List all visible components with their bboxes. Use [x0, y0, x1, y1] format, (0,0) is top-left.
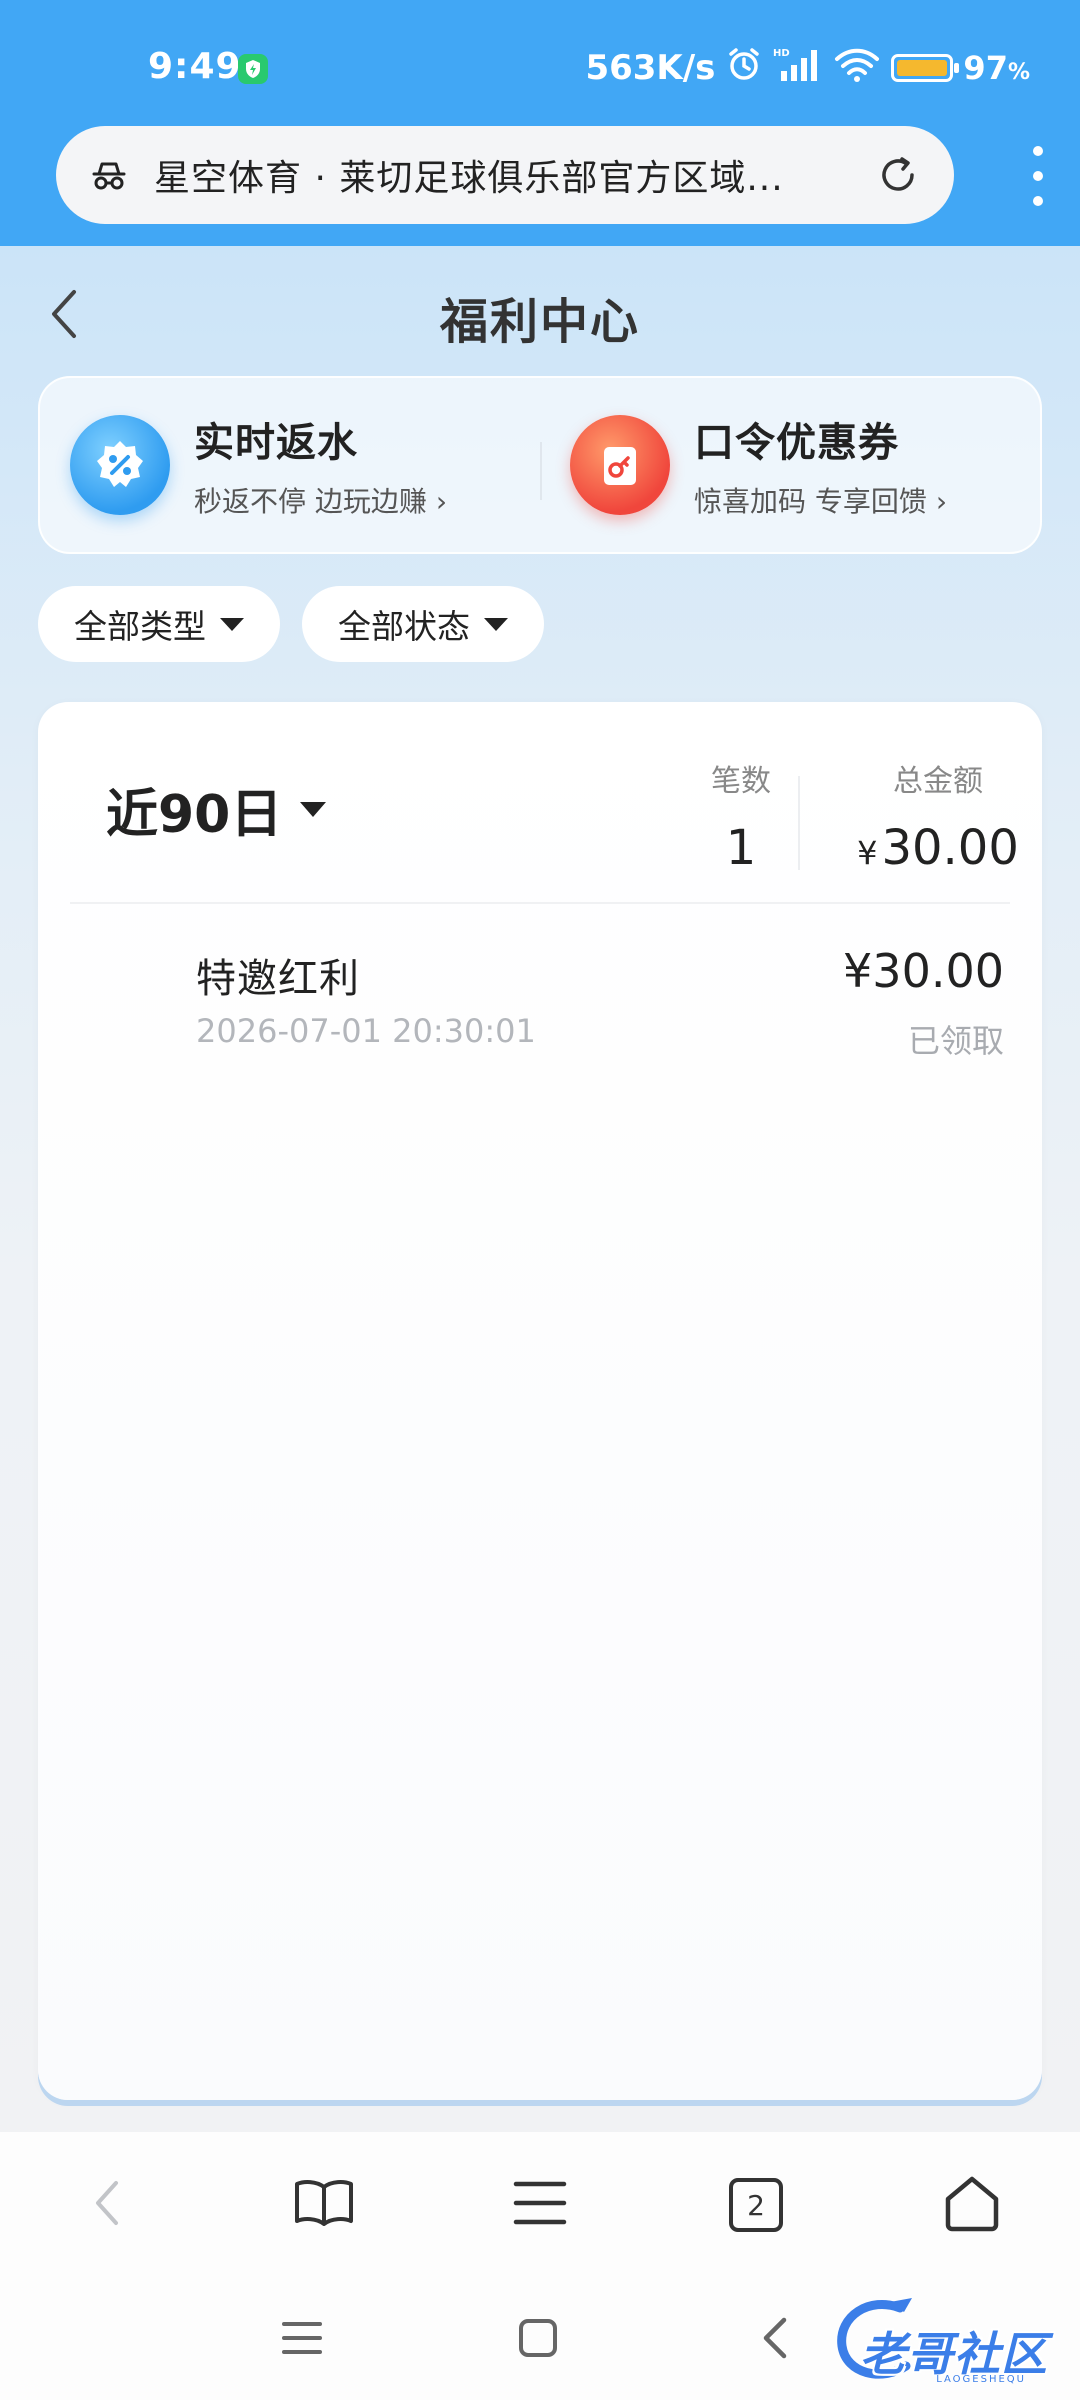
caret-down-icon	[220, 617, 244, 631]
cellular-signal-icon: HD	[773, 45, 823, 92]
record-title: 特邀红利	[196, 956, 360, 1002]
reload-icon[interactable]	[872, 149, 924, 201]
hamburger-icon	[512, 2178, 568, 2232]
filter-type-dropdown[interactable]: 全部类型	[38, 586, 280, 662]
page-header: 福利中心	[0, 246, 1080, 376]
watermark-subtext: LAOGESHEQU	[936, 2374, 1026, 2385]
browser-toolbar: 2	[0, 2132, 1080, 2278]
home-square-icon[interactable]	[508, 2308, 568, 2368]
back-triangle-icon[interactable]	[746, 2308, 806, 2368]
currency-symbol: ¥	[857, 834, 878, 872]
wifi-icon	[833, 45, 881, 92]
bookmarks-button[interactable]	[216, 2132, 432, 2278]
system-nav-bar: 老哥社区 LAOGESHEQU	[0, 2278, 1080, 2400]
caret-down-icon	[484, 617, 508, 631]
tabs-button[interactable]: 2	[648, 2132, 864, 2278]
stat-count-value: 1	[725, 820, 757, 876]
filter-label: 全部状态	[338, 607, 470, 646]
promo-title: 口令优惠券	[694, 420, 899, 466]
network-speed: 563K/s	[585, 48, 716, 88]
status-time: 9:49	[148, 46, 242, 87]
incognito-icon	[86, 152, 132, 198]
promo-rebate[interactable]: 实时返水 秒返不停 边玩边赚 ›	[40, 378, 540, 552]
period-label: 近90日	[106, 785, 283, 845]
alarm-icon	[725, 45, 763, 92]
chevron-right-icon: ›	[935, 485, 948, 518]
security-shield-icon	[238, 54, 268, 84]
recents-menu-icon[interactable]	[272, 2308, 332, 2368]
stat-total-value: 30.00	[881, 820, 1019, 876]
tab-count-badge: 2	[729, 2178, 783, 2232]
stat-divider	[798, 776, 800, 870]
stat-total: 总金额 ¥30.00	[828, 756, 1048, 876]
filter-label: 全部类型	[74, 607, 206, 646]
watermark-logo: 老哥社区 LAOGESHEQU	[830, 2294, 1066, 2390]
stat-total-label: 总金额	[893, 764, 983, 799]
chevron-right-icon: ›	[435, 485, 448, 518]
percent-badge-icon	[70, 415, 170, 515]
status-indicators: 563K/s HD 97%	[585, 46, 1030, 90]
filter-status-dropdown[interactable]: 全部状态	[302, 586, 544, 662]
record-amount: ¥30.00	[843, 944, 1004, 998]
page-title: 福利中心	[439, 294, 640, 350]
back-arrow-icon	[88, 2175, 128, 2235]
period-selector[interactable]: 近90日	[106, 772, 327, 847]
promo-title: 实时返水	[194, 420, 358, 466]
promo-card: 实时返水 秒返不停 边玩边赚 › 口令优惠券 惊喜加码 专享回馈 ›	[38, 376, 1042, 554]
filter-row: 全部类型 全部状态	[38, 586, 544, 662]
home-button[interactable]	[864, 2132, 1080, 2278]
address-bar-title[interactable]: 星空体育 · 莱切足球俱乐部官方区域...	[154, 149, 842, 201]
promo-subtitle: 秒返不停 边玩边赚	[194, 485, 427, 518]
welfare-center-page: 福利中心 实时返水 秒返不停 边玩边赚 › 口令优惠券 惊喜加码 专享回馈 › …	[0, 246, 1080, 2132]
promo-subtitle: 惊喜加码 专享回馈	[694, 485, 927, 518]
stat-count: 笔数 1	[666, 756, 816, 876]
menu-button[interactable]	[432, 2132, 648, 2278]
record-status: 已领取	[907, 1022, 1004, 1060]
address-bar[interactable]: 星空体育 · 莱切足球俱乐部官方区域...	[56, 126, 954, 224]
battery-percent: 97%	[963, 49, 1030, 87]
more-menu-icon[interactable]	[1026, 146, 1050, 206]
list-item[interactable]: 特邀红利 2026-07-01 20:30:01 ¥30.00 已领取	[38, 904, 1042, 1060]
coupon-key-icon	[570, 415, 670, 515]
stat-count-label: 笔数	[711, 764, 771, 799]
svg-text:HD: HD	[773, 48, 790, 59]
caret-down-icon	[300, 802, 327, 817]
battery-icon	[891, 54, 960, 82]
records-card: 近90日 笔数 1 总金额 ¥30.00 特邀红利 2026-07-01 20:…	[38, 702, 1042, 2100]
home-icon	[942, 2173, 1002, 2237]
status-bar: 9:49 563K/s HD 97%	[0, 0, 1080, 140]
promo-coupon[interactable]: 口令优惠券 惊喜加码 专享回馈 ›	[540, 378, 1040, 552]
browser-top-bar: 9:49 563K/s HD 97% 星空体育 · 莱切足球俱乐部官方区域...	[0, 0, 1080, 246]
book-icon	[292, 2175, 356, 2235]
record-time: 2026-07-01 20:30:01	[196, 1012, 536, 1050]
summary-header: 近90日 笔数 1 总金额 ¥30.00	[38, 702, 1042, 902]
browser-back-button[interactable]	[0, 2132, 216, 2278]
